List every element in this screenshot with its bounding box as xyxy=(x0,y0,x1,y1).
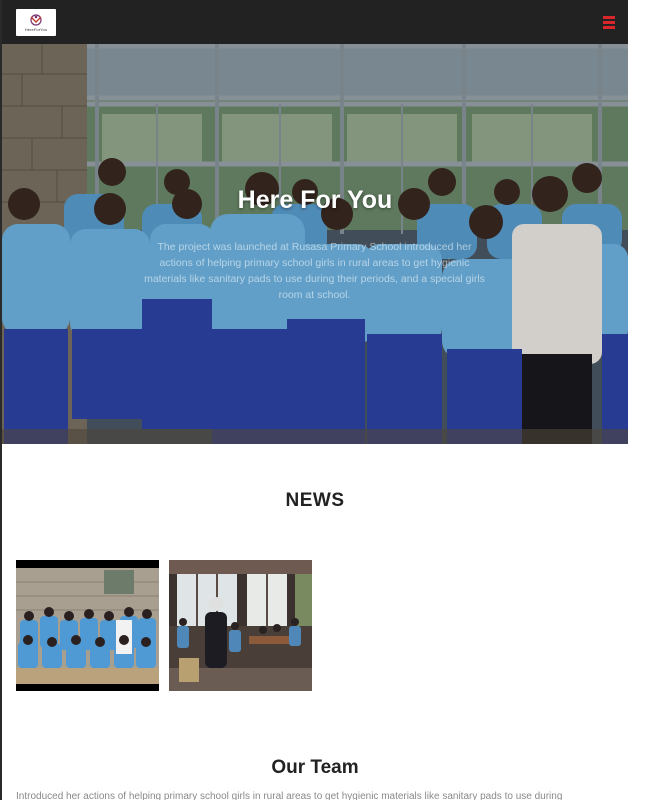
logo-text: HereForYou xyxy=(24,26,48,32)
classroom-presentation-photo xyxy=(169,560,312,691)
school-girls-group-photo xyxy=(16,560,159,691)
navbar: HereForYou xyxy=(2,0,628,44)
news-item-2[interactable] xyxy=(169,560,312,691)
hero-description: The project was launched at Rusasa Prima… xyxy=(144,241,485,301)
hamburger-menu-icon[interactable] xyxy=(600,13,618,31)
site-logo[interactable]: HereForYou xyxy=(16,8,56,36)
hero-banner: Here For You The project was launched at… xyxy=(2,44,628,444)
news-item-1[interactable] xyxy=(16,560,159,691)
news-heading: NEWS xyxy=(285,490,345,511)
logo-emblem-icon xyxy=(30,13,42,26)
hero-title: Here For You xyxy=(237,186,393,214)
team-heading: Our Team xyxy=(271,757,359,778)
team-description: Introduced her actions of helping primar… xyxy=(16,791,563,800)
